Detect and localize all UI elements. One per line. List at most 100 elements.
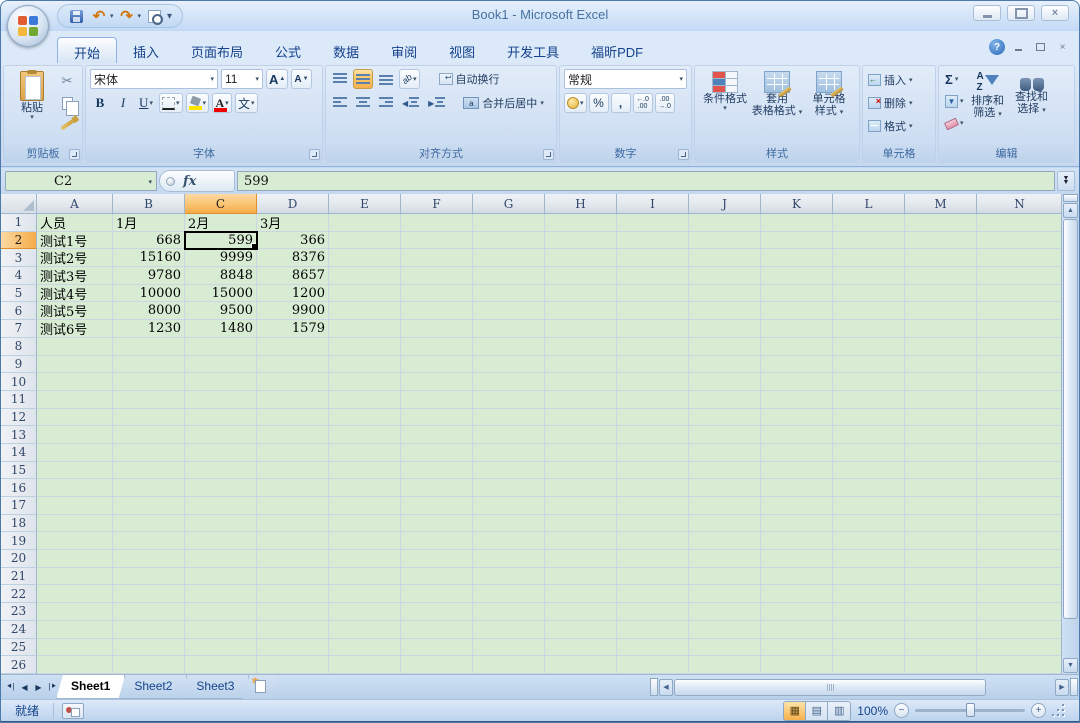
cell-L21[interactable] bbox=[833, 568, 905, 586]
merge-center-button[interactable]: a合并后居中▾ bbox=[460, 93, 547, 113]
cell-J20[interactable] bbox=[689, 550, 761, 568]
macro-record-button[interactable] bbox=[62, 703, 84, 719]
cell-F26[interactable] bbox=[401, 656, 473, 674]
cell-C14[interactable] bbox=[185, 444, 257, 462]
delete-cells-button[interactable]: 删除▾ bbox=[867, 93, 931, 113]
cell-H13[interactable] bbox=[545, 426, 617, 444]
cell-D5[interactable]: 1200 bbox=[257, 285, 329, 303]
cell-J18[interactable] bbox=[689, 515, 761, 533]
cell-I15[interactable] bbox=[617, 462, 689, 480]
cell-I4[interactable] bbox=[617, 267, 689, 285]
cell-N7[interactable] bbox=[977, 320, 1063, 338]
cell-K21[interactable] bbox=[761, 568, 833, 586]
cell-L23[interactable] bbox=[833, 603, 905, 621]
row-header-24[interactable]: 24 bbox=[1, 621, 37, 639]
column-header-A[interactable]: A bbox=[37, 194, 113, 214]
cell-J25[interactable] bbox=[689, 639, 761, 657]
cell-M15[interactable] bbox=[905, 462, 977, 480]
cell-B4[interactable]: 9780 bbox=[113, 267, 185, 285]
cell-F24[interactable] bbox=[401, 621, 473, 639]
cell-M26[interactable] bbox=[905, 656, 977, 674]
cell-L9[interactable] bbox=[833, 356, 905, 374]
cell-E6[interactable] bbox=[329, 302, 401, 320]
cell-H18[interactable] bbox=[545, 515, 617, 533]
zoom-level[interactable]: 100% bbox=[857, 704, 888, 718]
format-painter-button[interactable] bbox=[56, 115, 78, 135]
cell-G12[interactable] bbox=[473, 409, 545, 427]
cell-H12[interactable] bbox=[545, 409, 617, 427]
cell-A23[interactable] bbox=[37, 603, 113, 621]
shrink-font-button[interactable]: A▼ bbox=[291, 69, 311, 89]
vertical-scrollbar[interactable]: ▲ ▼ bbox=[1061, 194, 1079, 674]
first-sheet-button[interactable]: ⯇| bbox=[4, 679, 17, 696]
office-button[interactable] bbox=[7, 5, 49, 47]
cell-H24[interactable] bbox=[545, 621, 617, 639]
workbook-minimize-button[interactable] bbox=[1010, 40, 1027, 54]
horizontal-scrollbar[interactable]: ◀ ▶ bbox=[659, 675, 1069, 699]
cell-G3[interactable] bbox=[473, 249, 545, 267]
cell-N22[interactable] bbox=[977, 585, 1063, 603]
cell-F16[interactable] bbox=[401, 479, 473, 497]
cell-J13[interactable] bbox=[689, 426, 761, 444]
cell-L13[interactable] bbox=[833, 426, 905, 444]
cell-G14[interactable] bbox=[473, 444, 545, 462]
cell-E22[interactable] bbox=[329, 585, 401, 603]
cell-C21[interactable] bbox=[185, 568, 257, 586]
column-header-J[interactable]: J bbox=[689, 194, 761, 214]
font-size-select[interactable]: 11▾ bbox=[221, 69, 263, 89]
cell-G26[interactable] bbox=[473, 656, 545, 674]
sheet-tab-sheet1[interactable]: Sheet1 bbox=[56, 675, 125, 699]
insert-worksheet-button[interactable]: ✱ bbox=[243, 675, 277, 699]
workbook-restore-button[interactable] bbox=[1032, 40, 1049, 54]
row-header-4[interactable]: 4 bbox=[1, 267, 37, 285]
cell-C26[interactable] bbox=[185, 656, 257, 674]
cell-D13[interactable] bbox=[257, 426, 329, 444]
cell-F22[interactable] bbox=[401, 585, 473, 603]
select-all-corner[interactable] bbox=[1, 194, 37, 214]
cell-J4[interactable] bbox=[689, 267, 761, 285]
cell-A21[interactable] bbox=[37, 568, 113, 586]
column-header-H[interactable]: H bbox=[545, 194, 617, 214]
cell-A19[interactable] bbox=[37, 532, 113, 550]
cell-G25[interactable] bbox=[473, 639, 545, 657]
cell-B12[interactable] bbox=[113, 409, 185, 427]
cell-B5[interactable]: 10000 bbox=[113, 285, 185, 303]
cell-K24[interactable] bbox=[761, 621, 833, 639]
cell-D24[interactable] bbox=[257, 621, 329, 639]
row-header-16[interactable]: 16 bbox=[1, 479, 37, 497]
cell-E4[interactable] bbox=[329, 267, 401, 285]
vertical-scroll-thumb[interactable] bbox=[1063, 219, 1078, 619]
cell-K8[interactable] bbox=[761, 338, 833, 356]
cell-M16[interactable] bbox=[905, 479, 977, 497]
cell-N6[interactable] bbox=[977, 302, 1063, 320]
cell-E5[interactable] bbox=[329, 285, 401, 303]
cell-C23[interactable] bbox=[185, 603, 257, 621]
horizontal-scroll-thumb[interactable] bbox=[674, 679, 986, 696]
cell-L2[interactable] bbox=[833, 232, 905, 250]
cell-N21[interactable] bbox=[977, 568, 1063, 586]
cell-K9[interactable] bbox=[761, 356, 833, 374]
cell-N11[interactable] bbox=[977, 391, 1063, 409]
cell-F12[interactable] bbox=[401, 409, 473, 427]
cell-N10[interactable] bbox=[977, 373, 1063, 391]
cell-H16[interactable] bbox=[545, 479, 617, 497]
cell-A22[interactable] bbox=[37, 585, 113, 603]
cell-B8[interactable] bbox=[113, 338, 185, 356]
cell-I21[interactable] bbox=[617, 568, 689, 586]
cell-M3[interactable] bbox=[905, 249, 977, 267]
cell-N17[interactable] bbox=[977, 497, 1063, 515]
alignment-dialog-launcher[interactable] bbox=[543, 149, 554, 160]
format-cells-button[interactable]: 格式▾ bbox=[867, 116, 931, 136]
cell-C10[interactable] bbox=[185, 373, 257, 391]
increase-decimal-button[interactable]: ←.0.00 bbox=[633, 93, 653, 113]
cell-B13[interactable] bbox=[113, 426, 185, 444]
cell-B6[interactable]: 8000 bbox=[113, 302, 185, 320]
next-sheet-button[interactable]: ▶ bbox=[32, 679, 45, 696]
cell-E15[interactable] bbox=[329, 462, 401, 480]
cell-J17[interactable] bbox=[689, 497, 761, 515]
cell-B22[interactable] bbox=[113, 585, 185, 603]
cell-C20[interactable] bbox=[185, 550, 257, 568]
cell-L1[interactable] bbox=[833, 214, 905, 232]
cell-H20[interactable] bbox=[545, 550, 617, 568]
cell-D11[interactable] bbox=[257, 391, 329, 409]
